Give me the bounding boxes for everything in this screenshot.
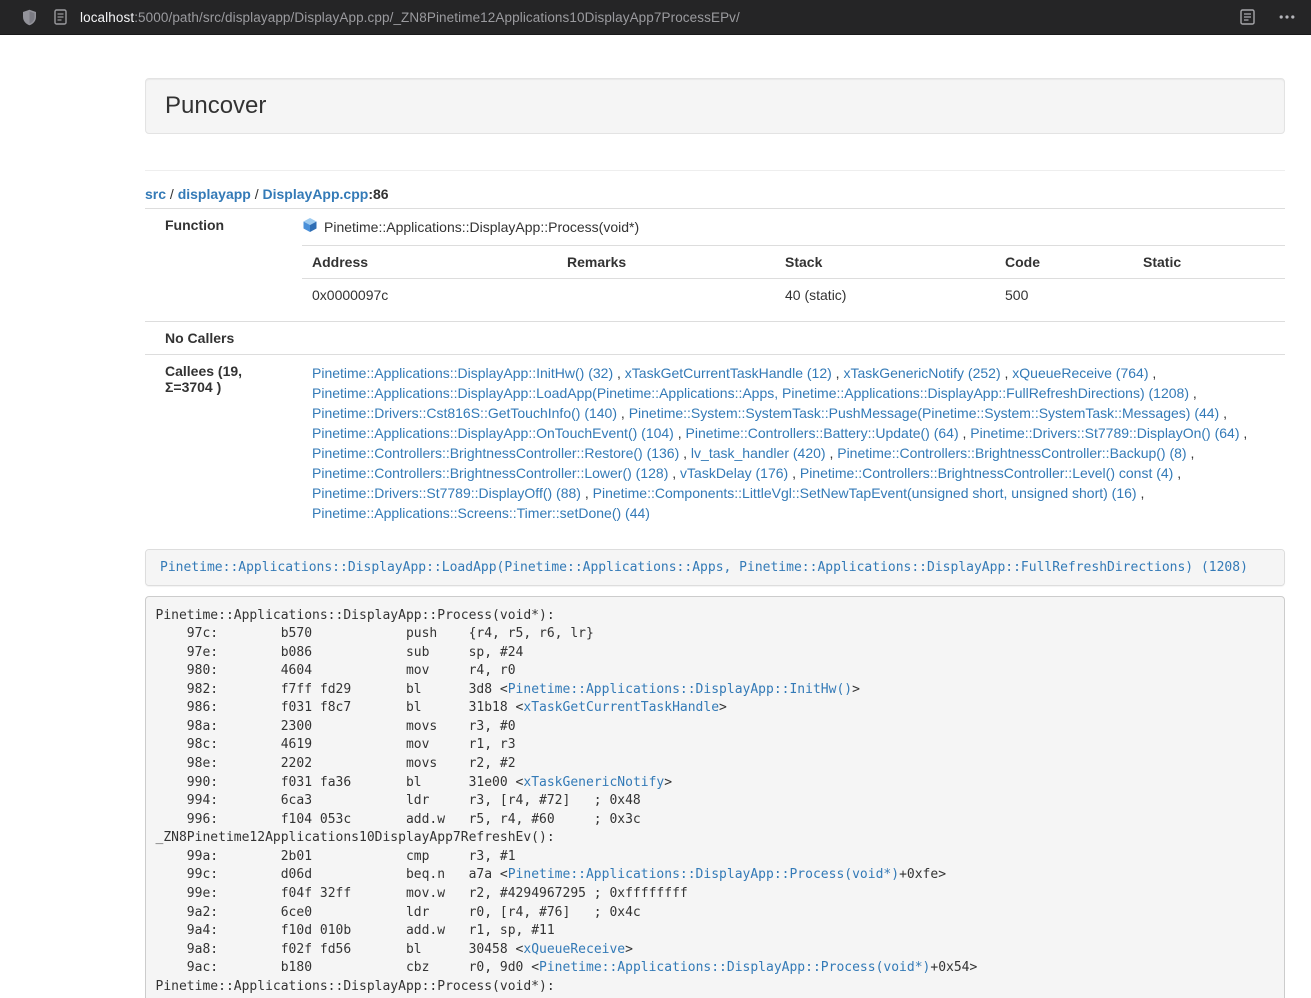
symbol-table: Function Pinetime::Applications::Display… bbox=[145, 208, 1285, 531]
column-header-address: Address bbox=[302, 246, 557, 279]
callee-separator: , bbox=[581, 485, 593, 501]
callee-separator: , bbox=[1219, 405, 1227, 421]
code-symbol-link[interactable]: Pinetime::Applications::DisplayApp::Proc… bbox=[508, 867, 899, 882]
column-header-code: Code bbox=[995, 246, 1133, 279]
symbol-detail-table: AddressRemarksStackCodeStatic 0x0000097c… bbox=[302, 245, 1285, 313]
column-header-stack: Stack bbox=[775, 246, 995, 279]
divider bbox=[145, 170, 1285, 171]
url-host: localhost bbox=[80, 10, 134, 25]
code-symbol-link[interactable]: Pinetime::Applications::DisplayApp::Proc… bbox=[539, 960, 930, 975]
callee-link[interactable]: Pinetime::Applications::Screens::Timer::… bbox=[312, 505, 650, 521]
callee-separator: , bbox=[668, 465, 680, 481]
breadcrumb-line-number: :86 bbox=[368, 186, 388, 202]
page-info-icon[interactable] bbox=[54, 9, 67, 25]
callee-separator: , bbox=[826, 445, 838, 461]
app-title-panel: Puncover bbox=[145, 78, 1285, 134]
breadcrumb-separator: / bbox=[251, 186, 263, 202]
url-path: :5000/path/src/displayapp/DisplayApp.cpp… bbox=[134, 10, 740, 25]
callee-link[interactable]: xTaskGenericNotify (252) bbox=[843, 365, 1000, 381]
callee-link[interactable]: Pinetime::Drivers::St7789::DisplayOff() … bbox=[312, 485, 581, 501]
breadcrumb-link[interactable]: displayapp bbox=[178, 186, 251, 202]
callee-separator: , bbox=[1137, 485, 1145, 501]
no-callers-cell bbox=[292, 322, 1285, 355]
callee-separator: , bbox=[1240, 425, 1248, 441]
callee-separator: , bbox=[617, 405, 629, 421]
callees-label: Callees (19, Σ=3704 ) bbox=[145, 355, 292, 532]
callee-link[interactable]: Pinetime::Controllers::BrightnessControl… bbox=[312, 465, 668, 481]
breadcrumb: src / displayapp / DisplayApp.cpp:86 bbox=[145, 186, 1285, 202]
breadcrumb-link[interactable]: src bbox=[145, 186, 166, 202]
code-symbol-link[interactable]: xQueueReceive bbox=[523, 942, 625, 957]
callee-link[interactable]: lv_task_handler (420) bbox=[691, 445, 826, 461]
code-symbol-link[interactable]: Pinetime::Applications::DisplayApp::Init… bbox=[508, 682, 852, 697]
method-icon bbox=[302, 217, 318, 236]
detail-value-row: 0x0000097c 40 (static)500 bbox=[302, 279, 1285, 314]
callee-separator: , bbox=[679, 445, 691, 461]
callees-row: Callees (19, Σ=3704 ) Pinetime::Applicat… bbox=[145, 355, 1285, 532]
function-label: Function bbox=[145, 209, 292, 322]
breadcrumb-separator: / bbox=[166, 186, 178, 202]
no-callers-row: No Callers bbox=[145, 322, 1285, 355]
detail-header-row: AddressRemarksStackCodeStatic bbox=[302, 246, 1285, 279]
static-value bbox=[1133, 279, 1285, 314]
callee-link[interactable]: Pinetime::Controllers::BrightnessControl… bbox=[312, 445, 679, 461]
code-symbol-link[interactable]: xTaskGenericNotify bbox=[523, 775, 664, 790]
callee-separator: , bbox=[1187, 445, 1195, 461]
main-content: Puncover src / displayapp / DisplayApp.c… bbox=[145, 78, 1285, 998]
tracking-protection-shield-icon[interactable] bbox=[22, 9, 37, 26]
panel-symbol-link[interactable]: Pinetime::Applications::DisplayApp::Load… bbox=[160, 560, 1248, 575]
column-header-remarks: Remarks bbox=[557, 246, 775, 279]
callee-separator: , bbox=[1189, 385, 1197, 401]
callee-link[interactable]: Pinetime::Controllers::Battery::Update()… bbox=[686, 425, 959, 441]
page-title: Puncover bbox=[165, 92, 1265, 120]
browser-toolbar: localhost:5000/path/src/displayapp/Displ… bbox=[0, 0, 1311, 35]
callee-link[interactable]: xQueueReceive (764) bbox=[1012, 365, 1148, 381]
symbol-panel-heading: Pinetime::Applications::DisplayApp::Load… bbox=[146, 550, 1284, 585]
callee-link[interactable]: Pinetime::Components::LittleVgl::SetNewT… bbox=[593, 485, 1137, 501]
function-name: Pinetime::Applications::DisplayApp::Proc… bbox=[324, 219, 639, 235]
callee-separator: , bbox=[1148, 365, 1156, 381]
callee-link[interactable]: Pinetime::Applications::DisplayApp::OnTo… bbox=[312, 425, 674, 441]
callee-link[interactable]: Pinetime::Drivers::St7789::DisplayOn() (… bbox=[970, 425, 1239, 441]
remarks-value bbox=[557, 279, 775, 314]
code-value: 500 bbox=[995, 279, 1133, 314]
callee-link[interactable]: Pinetime::Applications::DisplayApp::Load… bbox=[312, 385, 1189, 401]
callees-list: Pinetime::Applications::DisplayApp::Init… bbox=[292, 355, 1285, 532]
callee-link[interactable]: xTaskGetCurrentTaskHandle (12) bbox=[625, 365, 832, 381]
symbol-panel: Pinetime::Applications::DisplayApp::Load… bbox=[145, 549, 1285, 586]
callee-link[interactable]: Pinetime::Applications::DisplayApp::Init… bbox=[312, 365, 613, 381]
callee-link[interactable]: Pinetime::Controllers::BrightnessControl… bbox=[837, 445, 1186, 461]
callee-link[interactable]: Pinetime::Controllers::BrightnessControl… bbox=[800, 465, 1173, 481]
callee-separator: , bbox=[959, 425, 971, 441]
code-symbol-link[interactable]: xTaskGetCurrentTaskHandle bbox=[523, 700, 719, 715]
callee-separator: , bbox=[613, 365, 625, 381]
overflow-menu-icon[interactable] bbox=[1279, 14, 1295, 20]
callee-separator: , bbox=[1173, 465, 1181, 481]
no-callers-label: No Callers bbox=[145, 322, 292, 355]
toolbar-right-actions bbox=[1240, 9, 1311, 25]
function-row: Function Pinetime::Applications::Display… bbox=[145, 209, 1285, 322]
callee-separator: , bbox=[1001, 365, 1013, 381]
disassembly-code: Pinetime::Applications::DisplayApp::Proc… bbox=[145, 596, 1285, 998]
callee-link[interactable]: vTaskDelay (176) bbox=[680, 465, 788, 481]
callee-link[interactable]: Pinetime::Drivers::Cst816S::GetTouchInfo… bbox=[312, 405, 617, 421]
stack-value: 40 (static) bbox=[775, 279, 995, 314]
callee-link[interactable]: Pinetime::System::SystemTask::PushMessag… bbox=[629, 405, 1220, 421]
address-value: 0x0000097c bbox=[302, 279, 557, 314]
reader-view-icon[interactable] bbox=[1240, 9, 1255, 25]
function-cell: Pinetime::Applications::DisplayApp::Proc… bbox=[292, 209, 1285, 322]
callee-separator: , bbox=[832, 365, 844, 381]
callee-separator: , bbox=[674, 425, 686, 441]
callee-separator: , bbox=[788, 465, 800, 481]
column-header-static: Static bbox=[1133, 246, 1285, 279]
address-bar[interactable]: localhost:5000/path/src/displayapp/Displ… bbox=[80, 10, 740, 25]
breadcrumb-link[interactable]: DisplayApp.cpp bbox=[263, 186, 369, 202]
